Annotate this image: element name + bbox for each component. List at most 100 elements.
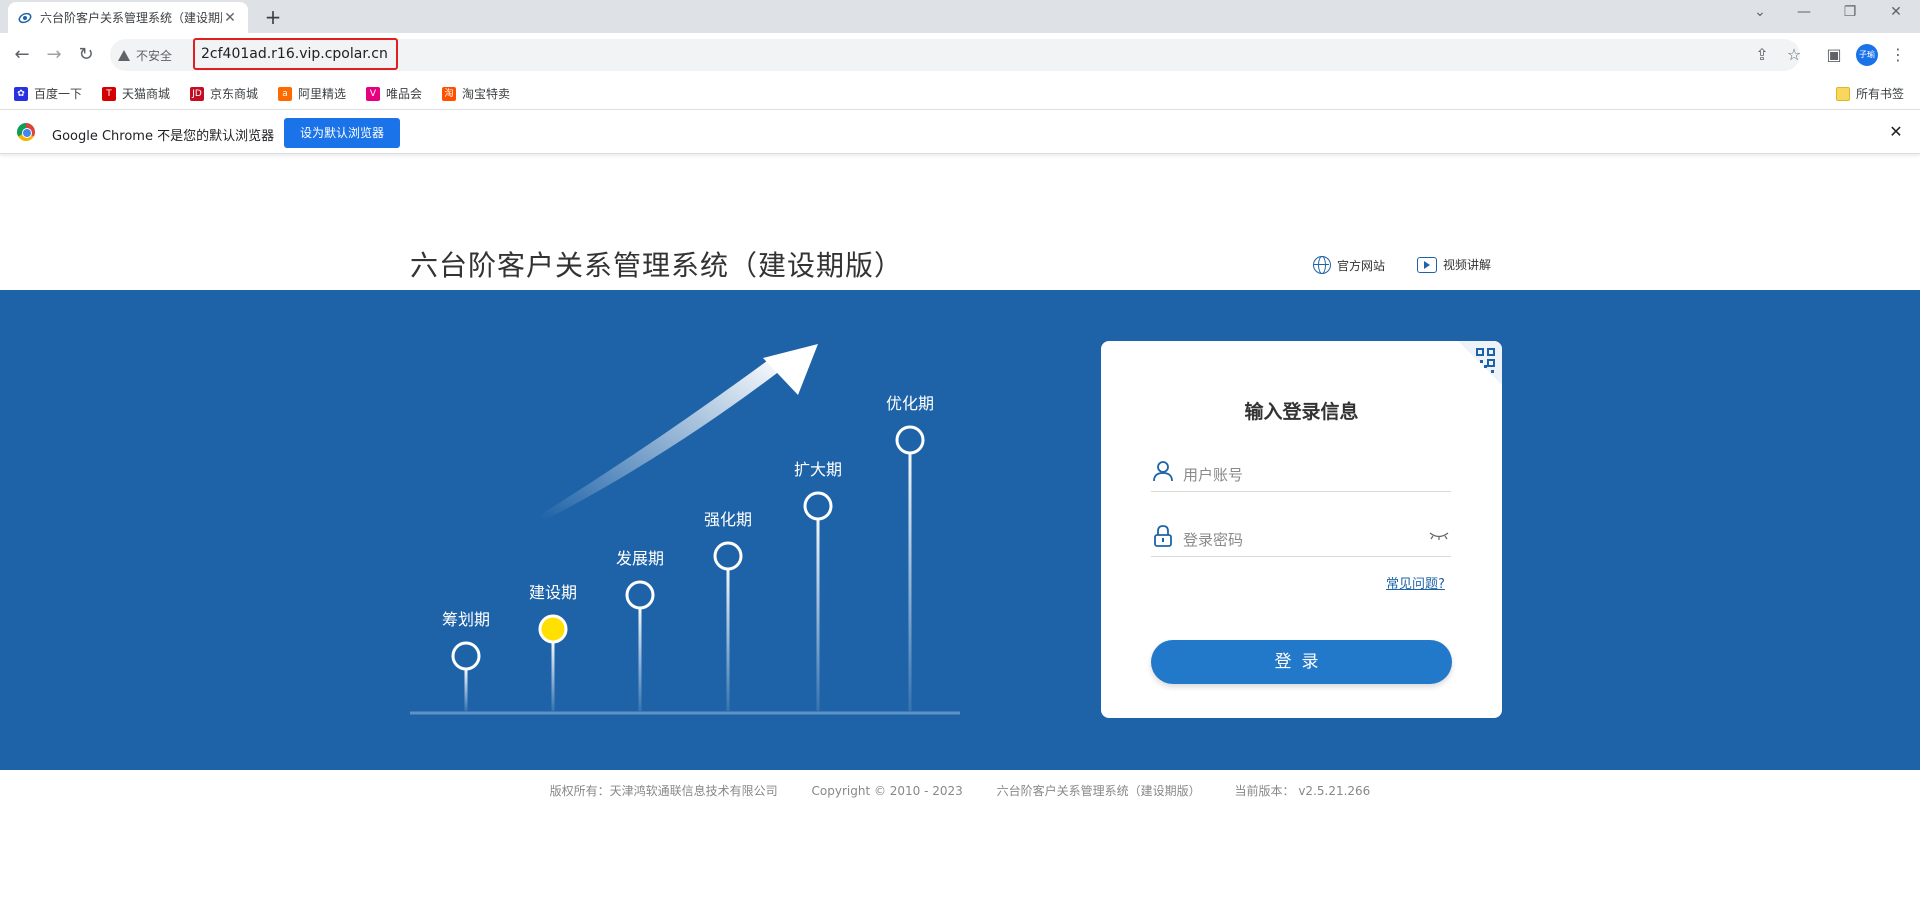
stage-3: 发展期 [616, 549, 664, 711]
stage-label: 建设期 [529, 583, 577, 602]
hero-banner: 筹划期 建设期 发展期 强化期 扩大期 优化期 [0, 290, 1920, 770]
stage-marker [895, 425, 925, 455]
warning-icon [118, 50, 130, 61]
bookmark-label: 京东商城 [210, 87, 259, 101]
footer-system: 六台阶客户关系管理系统（建设期版） [996, 784, 1201, 798]
forward-icon[interactable]: → [40, 41, 68, 69]
growth-stages-illustration: 筹划期 建设期 发展期 强化期 扩大期 优化期 [410, 344, 960, 715]
stage-label: 扩大期 [794, 460, 842, 479]
site-favicon-icon [18, 12, 32, 23]
back-icon[interactable]: ← [8, 41, 36, 69]
login-card: 输入登录信息 用户账号 登录密码 常见问题? 登录 [1101, 341, 1502, 718]
bookmark-label: 天猫商城 [122, 87, 171, 101]
security-label: 不安全 [136, 49, 173, 63]
infobar-close-icon[interactable]: ✕ [1886, 122, 1906, 141]
security-indicator[interactable]: 不安全 [118, 47, 172, 64]
official-site-link[interactable]: 官方网站 [1313, 256, 1385, 274]
chrome-logo-icon [17, 123, 35, 141]
default-browser-infobar: Google Chrome 不是您的默认浏览器 设为默认浏览器 ✕ [0, 109, 1920, 154]
tab-title: 六台阶客户关系管理系统（建设期版） [40, 11, 222, 25]
eye-closed-icon[interactable] [1429, 531, 1449, 541]
url-text[interactable]: 2cf401ad.r16.vip.cpolar.cn [201, 46, 388, 62]
taobao-icon: 淘 [442, 86, 456, 101]
stage-marker [803, 491, 833, 521]
minimize-icon[interactable]: — [1794, 4, 1814, 20]
bookmark-ali[interactable]: a 阿里精选 [278, 85, 346, 102]
reload-icon[interactable]: ↻ [72, 41, 100, 69]
window-close-icon[interactable]: ✕ [1886, 4, 1906, 20]
bookmark-tmall[interactable]: T 天猫商城 [102, 85, 170, 102]
bookmark-star-icon[interactable]: ☆ [1784, 45, 1804, 64]
tab-search-icon[interactable]: ⌄ [1750, 4, 1770, 20]
stage-pole [726, 570, 730, 711]
bookmark-vip[interactable]: V 唯品会 [366, 85, 422, 102]
qr-code-icon[interactable] [1458, 341, 1502, 385]
stage-marker [538, 614, 568, 644]
stage-pole [638, 609, 642, 711]
link-label: 视频讲解 [1443, 258, 1492, 272]
jd-icon: JD [190, 86, 204, 101]
bookmark-taobao[interactable]: 淘 淘宝特卖 [442, 85, 510, 102]
stage-label: 强化期 [704, 510, 752, 529]
menu-icon[interactable]: ⋮ [1888, 45, 1908, 64]
username-field[interactable]: 用户账号 [1151, 452, 1451, 492]
login-button[interactable]: 登录 [1151, 640, 1452, 684]
stage-marker [625, 580, 655, 610]
stage-label: 优化期 [886, 394, 934, 413]
profile-avatar[interactable]: 子瑜 [1856, 44, 1878, 66]
stage-label: 发展期 [616, 549, 664, 568]
login-title: 输入登录信息 [1244, 401, 1359, 423]
video-icon [1417, 256, 1437, 273]
stage-label: 筹划期 [442, 610, 490, 629]
stage-marker [451, 641, 481, 671]
bookmarks-bar: ✿ 百度一下 T 天猫商城 JD 京东商城 a 阿里精选 V 唯品会 淘 淘宝特… [0, 77, 1920, 109]
stage-pole [551, 643, 555, 711]
footer-version: 当前版本： v2.5.21.266 [1234, 784, 1371, 798]
page-footer: 版权所有：天津鸿软通联信息技术有限公司 Copyright © 2010 - 2… [0, 782, 1920, 799]
share-icon[interactable]: ⇪ [1752, 45, 1772, 64]
browser-tab[interactable]: 六台阶客户关系管理系统（建设期版） ✕ [8, 2, 248, 33]
infobar-message: Google Chrome 不是您的默认浏览器 [52, 129, 275, 144]
tmall-icon: T [102, 86, 116, 101]
username-placeholder: 用户账号 [1183, 466, 1244, 484]
stage-pole [816, 520, 820, 711]
bookmark-jd[interactable]: JD 京东商城 [190, 85, 258, 102]
bookmark-label: 百度一下 [34, 87, 83, 101]
stage-1: 筹划期 [442, 610, 490, 711]
globe-icon [1313, 256, 1331, 274]
vip-icon: V [366, 86, 380, 101]
stage-2: 建设期 [529, 583, 577, 711]
stage-4: 强化期 [704, 510, 752, 711]
alibaba-icon: a [278, 86, 292, 101]
side-panel-icon[interactable]: ▣ [1824, 45, 1844, 64]
bookmark-label: 阿里精选 [298, 87, 347, 101]
link-label: 官方网站 [1337, 258, 1386, 273]
stage-6: 优化期 [886, 394, 934, 711]
growth-arrow-shaft [540, 355, 785, 520]
bookmark-label: 淘宝特卖 [462, 87, 511, 101]
restore-icon[interactable]: ❐ [1840, 4, 1860, 20]
folder-icon [1836, 86, 1850, 101]
tab-close-icon[interactable]: ✕ [222, 10, 238, 26]
footer-company: 版权所有：天津鸿软通联信息技术有限公司 [549, 784, 778, 798]
new-tab-button[interactable]: + [260, 4, 286, 30]
stage-pole [908, 454, 912, 711]
stage-marker [713, 541, 743, 571]
lock-icon [1154, 525, 1172, 547]
all-bookmarks[interactable]: 所有书签 [1836, 85, 1904, 102]
browser-toolbar: ← → ↻ 不安全 2cf401ad.r16.vip.cpolar.cn ⇪ ☆… [0, 33, 1920, 77]
password-field[interactable]: 登录密码 [1151, 517, 1451, 557]
bookmark-label: 唯品会 [386, 87, 423, 101]
bookmark-label: 所有书签 [1856, 87, 1905, 101]
bookmark-baidu[interactable]: ✿ 百度一下 [14, 85, 82, 102]
stage-pole [464, 670, 468, 711]
password-placeholder: 登录密码 [1183, 531, 1244, 549]
page-title: 六台阶客户关系管理系统（建设期版） [410, 249, 904, 282]
stage-5: 扩大期 [794, 460, 842, 711]
stages-layer: 筹划期 建设期 发展期 强化期 扩大期 优化期 [442, 394, 934, 711]
browser-tab-strip: 六台阶客户关系管理系统（建设期版） ✕ + ⌄ — ❐ ✕ [0, 0, 1920, 33]
footer-copyright: Copyright © 2010 - 2023 [811, 784, 963, 798]
set-default-browser-button[interactable]: 设为默认浏览器 [284, 118, 400, 148]
video-tutorial-link[interactable]: 视频讲解 [1417, 256, 1491, 273]
faq-link[interactable]: 常见问题? [1386, 573, 1445, 592]
